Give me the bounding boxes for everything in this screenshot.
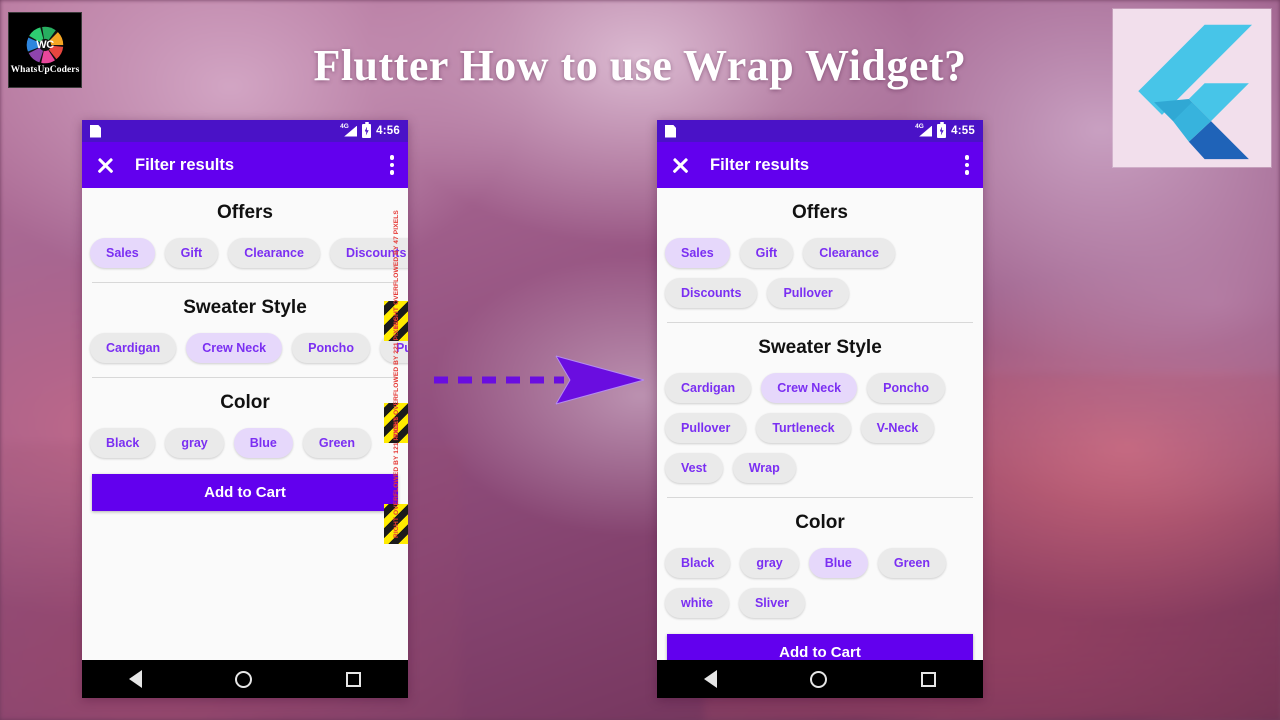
chip-clearance[interactable]: Clearance <box>228 238 320 268</box>
chip-cardigan[interactable]: Cardigan <box>665 373 752 403</box>
flutter-logo <box>1113 9 1271 167</box>
sim-card-icon <box>665 124 676 138</box>
section-title-offers: Offers <box>792 202 848 223</box>
signal-4g-icon: 4G <box>915 122 933 138</box>
flow-arrow-svg <box>434 355 645 405</box>
chip-gift[interactable]: Gift <box>739 238 794 268</box>
chip-pullover[interactable]: Pullover <box>767 278 849 308</box>
network-type-label: 4G <box>915 122 924 130</box>
chip-crew-neck[interactable]: Crew Neck <box>186 333 283 363</box>
chip-v-neck[interactable]: V-Neck <box>860 413 935 443</box>
chip-wrap-sweater-style: Cardigan Crew Neck Poncho Pullover Turtl… <box>657 361 983 483</box>
chip-wrap-offers: Sales Gift Clearance Discounts Pullover <box>657 226 983 308</box>
status-bar-left <box>665 124 915 138</box>
android-nav-bar <box>657 660 983 698</box>
chip-sliver[interactable]: Sliver <box>738 588 806 618</box>
sim-card-icon <box>90 124 101 138</box>
page-title: Flutter How to use Wrap Widget? <box>313 41 967 90</box>
battery-charging-icon <box>937 122 947 138</box>
section-title-color: Color <box>795 512 845 533</box>
chip-pullover[interactable]: Pullover <box>665 413 747 443</box>
chip-green[interactable]: Green <box>877 548 946 578</box>
status-bar: 4G 4:56 <box>82 120 408 142</box>
chip-black[interactable]: Black <box>665 548 731 578</box>
chip-crew-neck[interactable]: Crew Neck <box>761 373 858 403</box>
overflow-label-offers: RIGHT OVERFLOWED BY 47 PIXELS <box>393 210 400 328</box>
chip-cardigan[interactable]: Cardigan <box>90 333 177 363</box>
chip-white[interactable]: white <box>665 588 729 618</box>
chip-row-color: Black gray Blue Green <box>82 416 408 458</box>
overflow-label-color: RIGHT OVERFLOWED BY 121 PIXELS <box>393 416 400 538</box>
chip-wrap[interactable]: Wrap <box>732 453 796 483</box>
chip-sales[interactable]: Sales <box>90 238 155 268</box>
more-options-icon[interactable] <box>964 155 969 175</box>
chip-blue[interactable]: Blue <box>233 428 293 458</box>
app-bar-title: Filter results <box>135 155 235 174</box>
close-icon[interactable] <box>671 156 690 175</box>
status-bar: 4G 4:55 <box>657 120 983 142</box>
flutter-logo-svg <box>1138 24 1253 160</box>
chip-turtleneck[interactable]: Turtleneck <box>756 413 851 443</box>
nav-back-icon[interactable] <box>128 670 142 688</box>
add-to-cart-button[interactable]: Add to Cart <box>92 474 398 511</box>
chip-sales[interactable]: Sales <box>665 238 730 268</box>
chip-blue[interactable]: Blue <box>808 548 868 578</box>
add-to-cart-button[interactable]: Add to Cart <box>667 634 973 660</box>
phone-right-wrap-widget: 4G 4:55 Filter results Offers Sales Gift… <box>657 120 983 698</box>
section-title-sweater-style: Sweater Style <box>183 297 307 318</box>
nav-recents-icon[interactable] <box>921 671 937 687</box>
android-nav-bar <box>82 660 408 698</box>
chip-gray[interactable]: gray <box>740 548 799 578</box>
logo-monogram: WC <box>36 38 54 51</box>
more-options-icon[interactable] <box>389 155 394 175</box>
filter-content-left: Offers Sales Gift Clearance Discounts Sw… <box>82 188 408 660</box>
nav-back-icon[interactable] <box>703 670 717 688</box>
section-title-color: Color <box>220 392 270 413</box>
signal-4g-icon: 4G <box>340 122 358 138</box>
chip-discounts[interactable]: Discounts <box>665 278 758 308</box>
chip-black[interactable]: Black <box>90 428 156 458</box>
chip-gray[interactable]: gray <box>165 428 224 458</box>
status-clock: 4:56 <box>376 125 400 137</box>
chip-row-sweater-style: Cardigan Crew Neck Poncho Pullover <box>82 321 408 363</box>
nav-recents-icon[interactable] <box>346 671 362 687</box>
app-bar: Filter results <box>657 142 983 188</box>
chip-poncho[interactable]: Poncho <box>292 333 370 363</box>
status-bar-left <box>90 124 340 138</box>
section-title-offers: Offers <box>217 202 273 223</box>
chip-clearance[interactable]: Clearance <box>803 238 895 268</box>
close-icon[interactable] <box>96 156 115 175</box>
flow-arrow <box>432 352 656 408</box>
network-type-label: 4G <box>340 122 349 130</box>
nav-home-icon[interactable] <box>810 670 828 688</box>
app-bar: Filter results <box>82 142 408 188</box>
phone-left-row-overflow: 4G 4:56 Filter results Offers Sales Gift… <box>82 120 408 698</box>
status-bar-right: 4G 4:55 <box>915 122 975 138</box>
filter-content-right: Offers Sales Gift Clearance Discounts Pu… <box>657 188 983 660</box>
chip-gift[interactable]: Gift <box>164 238 219 268</box>
nav-home-icon[interactable] <box>235 670 253 688</box>
chip-wrap-color: Black gray Blue Green white Sliver <box>657 536 983 618</box>
chip-green[interactable]: Green <box>302 428 371 458</box>
section-title-sweater-style: Sweater Style <box>758 337 882 358</box>
chip-row-offers: Sales Gift Clearance Discounts <box>82 226 408 268</box>
chip-poncho[interactable]: Poncho <box>867 373 945 403</box>
battery-charging-icon <box>362 122 372 138</box>
app-bar-title: Filter results <box>710 155 810 174</box>
status-clock: 4:55 <box>951 125 975 137</box>
status-bar-right: 4G 4:56 <box>340 122 400 138</box>
chip-vest[interactable]: Vest <box>665 453 723 483</box>
